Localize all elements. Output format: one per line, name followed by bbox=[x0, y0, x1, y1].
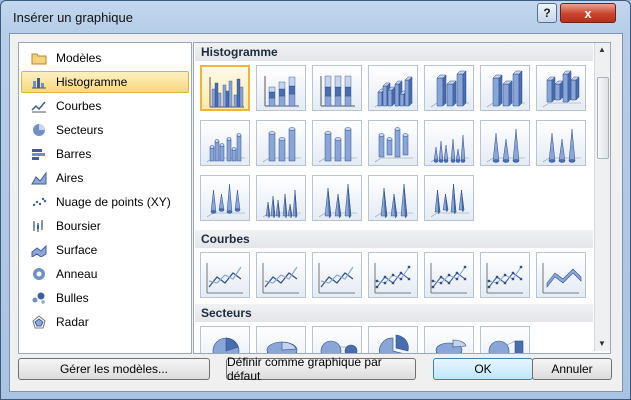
chart-thumb-3d-pie[interactable] bbox=[256, 326, 306, 353]
category-label: Modèles bbox=[56, 51, 102, 65]
cancel-label: Annuler bbox=[551, 362, 593, 376]
close-button[interactable]: x bbox=[560, 3, 616, 23]
chart-thumb-stacked-line[interactable] bbox=[256, 252, 306, 298]
section-header-2: Secteurs bbox=[195, 304, 593, 322]
section-header-0: Histogramme bbox=[195, 43, 593, 61]
chart-thumb-clustered-pyramid[interactable] bbox=[256, 175, 306, 221]
chart-thumb-100-stacked-column[interactable] bbox=[312, 65, 362, 111]
set-default-chart-button[interactable]: Définir comme graphique par défaut bbox=[226, 355, 416, 383]
chart-thumb-3d-clustered-column[interactable] bbox=[368, 65, 418, 111]
dialog-client-area: Modèles Histogramme Courbes Secteurs Barres A… bbox=[9, 33, 623, 392]
help-icon: ? bbox=[543, 6, 551, 20]
bubble-chart-icon bbox=[30, 290, 48, 306]
chart-thumb-3d-column[interactable] bbox=[536, 65, 586, 111]
chart-thumb-3d-cone[interactable] bbox=[200, 175, 250, 221]
chart-thumb-bar-of-pie[interactable] bbox=[480, 326, 530, 353]
chart-thumb-line[interactable] bbox=[200, 252, 250, 298]
chart-thumb-line-markers[interactable] bbox=[368, 252, 418, 298]
chart-thumb-100-stacked-pyramid[interactable] bbox=[368, 175, 418, 221]
chart-thumb-100-stacked-line-markers[interactable] bbox=[480, 252, 530, 298]
chart-thumb-100-stacked-cylinder[interactable] bbox=[312, 120, 362, 166]
chart-thumb-3d-pyramid[interactable] bbox=[424, 175, 474, 221]
scroll-up-icon[interactable]: ▲ bbox=[597, 44, 607, 56]
chart-thumb-exploded-pie[interactable] bbox=[368, 326, 418, 353]
category-label: Surface bbox=[56, 243, 98, 257]
chart-thumb-3d-exploded-pie[interactable] bbox=[424, 326, 474, 353]
bar-chart-icon bbox=[30, 146, 48, 162]
chart-thumb-100-stacked-cone[interactable] bbox=[536, 120, 586, 166]
category-label: Barres bbox=[56, 147, 92, 161]
category-label: Anneau bbox=[56, 267, 98, 281]
surface-chart-icon bbox=[30, 242, 48, 258]
gallery-scrollbar[interactable]: ▲ ▼ bbox=[594, 43, 610, 351]
category-label: Boursier bbox=[56, 219, 101, 233]
chart-thumb-3d-line[interactable] bbox=[536, 252, 586, 298]
category-label: Bulles bbox=[56, 291, 89, 305]
category-label: Courbes bbox=[56, 99, 102, 113]
ok-label: OK bbox=[474, 362, 492, 376]
scatter-chart-icon bbox=[30, 194, 48, 210]
category-label: Aires bbox=[56, 171, 84, 185]
close-icon: x bbox=[584, 5, 592, 21]
ok-button[interactable]: OK bbox=[433, 358, 533, 380]
category-label: Histogramme bbox=[56, 75, 128, 89]
folder-icon bbox=[30, 50, 48, 66]
scrollbar-thumb[interactable] bbox=[597, 77, 609, 159]
chart-gallery: ▲ ▼ Histogramme Courbes Secteurs bbox=[193, 42, 611, 354]
radar-chart-icon bbox=[30, 314, 48, 330]
cancel-button[interactable]: Annuler bbox=[532, 358, 612, 380]
chart-thumb-100-stacked-line[interactable] bbox=[312, 252, 362, 298]
manage-templates-label: Gérer les modèles... bbox=[59, 362, 169, 376]
chart-thumb-3d-stacked-column[interactable] bbox=[424, 65, 474, 111]
chart-thumb-pie-of-pie[interactable] bbox=[312, 326, 362, 353]
category-label: Radar bbox=[56, 315, 89, 329]
stock-chart-icon bbox=[30, 218, 48, 234]
chart-thumb-stacked-cylinder[interactable] bbox=[256, 120, 306, 166]
category-item-area-chart[interactable]: Aires bbox=[21, 167, 189, 189]
chart-thumb-pie[interactable] bbox=[200, 326, 250, 353]
category-item-stock-chart[interactable]: Boursier bbox=[21, 215, 189, 237]
column-chart-icon bbox=[30, 74, 48, 90]
chart-thumb-clustered-cone[interactable] bbox=[424, 120, 474, 166]
dialog-window: Insérer un graphique ? x Modèles Histogra… bbox=[0, 0, 631, 400]
window-title: Insérer un graphique bbox=[13, 10, 133, 25]
category-item-pie-chart[interactable]: Secteurs bbox=[21, 119, 189, 141]
category-item-line-chart[interactable]: Courbes bbox=[21, 95, 189, 117]
scroll-down-icon[interactable]: ▼ bbox=[597, 338, 607, 350]
category-label: Secteurs bbox=[56, 123, 104, 137]
chart-thumb-stacked-line-markers[interactable] bbox=[424, 252, 474, 298]
chart-thumb-3d-100-stacked-column[interactable] bbox=[480, 65, 530, 111]
category-label: Nuage de points (XY) bbox=[56, 195, 171, 209]
category-item-folder[interactable]: Modèles bbox=[21, 47, 189, 69]
chart-thumb-stacked-cone[interactable] bbox=[480, 120, 530, 166]
title-bar[interactable]: Insérer un graphique ? x bbox=[1, 1, 630, 33]
category-item-radar-chart[interactable]: Radar bbox=[21, 311, 189, 333]
pie-chart-icon bbox=[30, 122, 48, 138]
category-item-column-chart[interactable]: Histogramme bbox=[21, 71, 189, 93]
category-item-bar-chart[interactable]: Barres bbox=[21, 143, 189, 165]
doughnut-chart-icon bbox=[30, 266, 48, 282]
category-item-surface-chart[interactable]: Surface bbox=[21, 239, 189, 261]
area-chart-icon bbox=[30, 170, 48, 186]
chart-category-list: Modèles Histogramme Courbes Secteurs Barres A… bbox=[18, 42, 192, 354]
chart-thumb-clustered-column[interactable] bbox=[200, 65, 250, 111]
manage-templates-button[interactable]: Gérer les modèles... bbox=[18, 358, 210, 380]
section-header-1: Courbes bbox=[195, 230, 593, 248]
line-chart-icon bbox=[30, 98, 48, 114]
category-item-doughnut-chart[interactable]: Anneau bbox=[21, 263, 189, 285]
set-default-label: Définir comme graphique par défaut bbox=[227, 355, 382, 383]
chart-thumb-3d-cylinder[interactable] bbox=[368, 120, 418, 166]
category-item-bubble-chart[interactable]: Bulles bbox=[21, 287, 189, 309]
chart-thumb-clustered-cylinder[interactable] bbox=[200, 120, 250, 166]
chart-thumb-stacked-column[interactable] bbox=[256, 65, 306, 111]
help-button[interactable]: ? bbox=[537, 3, 557, 23]
category-item-scatter-chart[interactable]: Nuage de points (XY) bbox=[21, 191, 189, 213]
chart-thumb-stacked-pyramid[interactable] bbox=[312, 175, 362, 221]
